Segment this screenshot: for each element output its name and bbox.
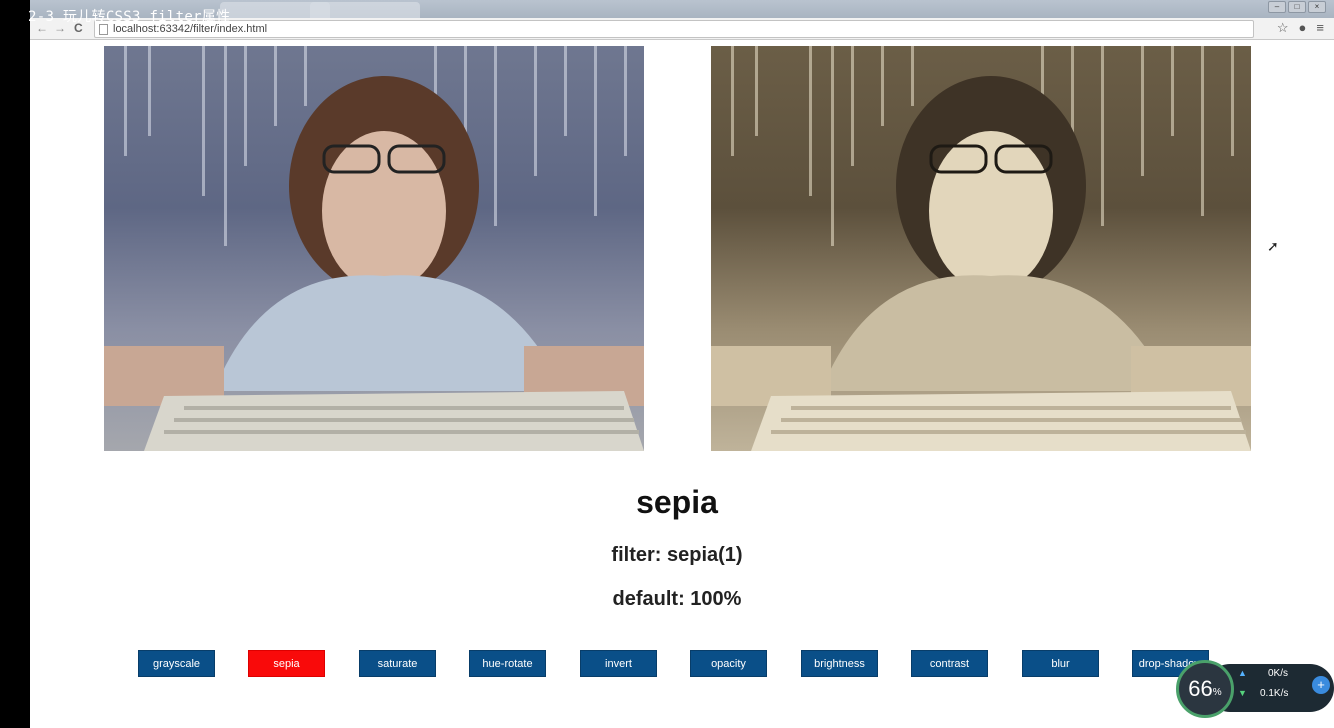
address-bar[interactable]: localhost:63342/filter/index.html	[94, 20, 1254, 38]
screen: 2-3 玩儿转CSS3 filter属性 – □ × ← → C localho…	[0, 0, 1334, 728]
filter-default: default: 100%	[612, 588, 742, 610]
close-icon[interactable]: ×	[1308, 1, 1326, 13]
filter-title: sepia	[636, 484, 718, 520]
download-arrow-icon: ▼	[1238, 688, 1247, 698]
maximize-icon[interactable]: □	[1288, 1, 1306, 13]
browser-tab[interactable]	[310, 2, 420, 18]
opacity-button[interactable]: opacity	[690, 650, 767, 677]
hue-rotate-button[interactable]: hue-rotate	[469, 650, 546, 677]
brightness-button[interactable]: brightness	[801, 650, 878, 677]
sepia-button[interactable]: sepia	[248, 650, 325, 677]
filtered-image	[711, 46, 1251, 451]
toolbar-right: ☆ ● ≡	[1277, 20, 1324, 36]
speed-percent-value: 66	[1188, 676, 1213, 701]
download-speed: 0.1K/s	[1260, 688, 1289, 699]
menu-icon[interactable]: ≡	[1316, 20, 1324, 36]
filter-buttons: grayscale sepia saturate hue-rotate inve…	[138, 650, 1218, 678]
upload-speed: 0K/s	[1268, 668, 1289, 679]
speed-percent-unit: %	[1212, 686, 1222, 698]
filter-code: filter: sepia(1)	[611, 544, 743, 566]
mouse-cursor-icon: ➚	[1267, 238, 1279, 254]
speed-percent: 66%	[1176, 660, 1234, 718]
minimize-icon[interactable]: –	[1268, 1, 1286, 13]
grayscale-button[interactable]: grayscale	[138, 650, 215, 677]
network-speed-widget[interactable]: 66% ▲ 0K/s ▼ 0.1K/s	[1176, 660, 1334, 718]
page-content: sepia filter: sepia(1) default: 100% gra…	[30, 40, 1334, 728]
video-title: 2-3 玩儿转CSS3 filter属性	[28, 9, 231, 25]
star-icon[interactable]: ☆	[1277, 20, 1289, 36]
window-controls: – □ ×	[1268, 1, 1326, 13]
upload-arrow-icon: ▲	[1238, 668, 1247, 678]
blur-button[interactable]: blur	[1022, 650, 1099, 677]
plus-icon[interactable]: +	[1312, 676, 1330, 694]
extension-icon[interactable]: ●	[1299, 20, 1307, 36]
saturate-button[interactable]: saturate	[359, 650, 436, 677]
browser-window: – □ × ← → C localhost:63342/filter/index…	[30, 0, 1334, 728]
original-image	[104, 46, 644, 451]
invert-button[interactable]: invert	[580, 650, 657, 677]
contrast-button[interactable]: contrast	[911, 650, 988, 677]
